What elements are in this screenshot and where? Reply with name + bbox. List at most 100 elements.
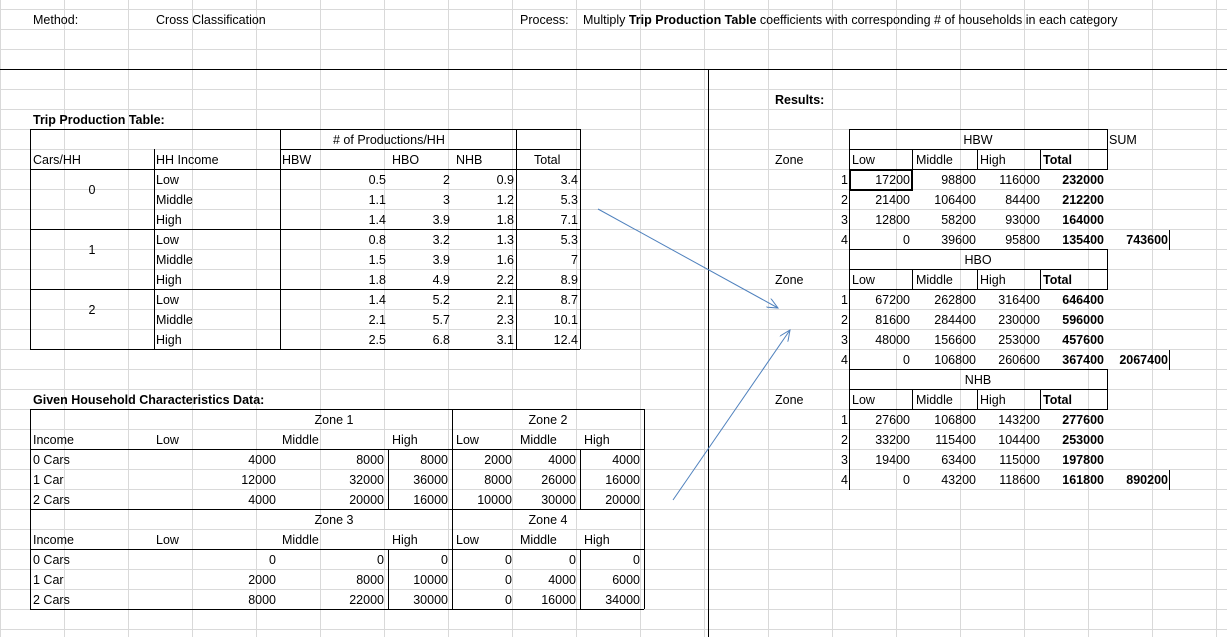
zone-number[interactable]: 2 bbox=[780, 310, 848, 330]
result-middle[interactable]: 106800 bbox=[914, 410, 976, 430]
zone-number[interactable]: 3 bbox=[780, 450, 848, 470]
row-label[interactable]: 1 Car bbox=[33, 470, 64, 490]
household-value[interactable]: 30000 bbox=[518, 490, 576, 510]
household-value[interactable]: 16000 bbox=[390, 490, 448, 510]
household-value[interactable]: 4000 bbox=[156, 450, 276, 470]
hbo-coef[interactable]: 5.7 bbox=[388, 310, 450, 330]
income-label[interactable]: High bbox=[156, 210, 182, 230]
household-value[interactable]: 4000 bbox=[518, 570, 576, 590]
nhb-coef[interactable]: 2.3 bbox=[452, 310, 514, 330]
household-value[interactable]: 8000 bbox=[390, 450, 448, 470]
selected-cell[interactable] bbox=[849, 169, 913, 191]
trip-table-title[interactable]: Trip Production Table: bbox=[33, 110, 165, 130]
income-label[interactable]: Low bbox=[156, 230, 179, 250]
section-header[interactable]: HBO bbox=[850, 250, 1106, 270]
total-coef[interactable]: 8.7 bbox=[516, 290, 578, 310]
row-label[interactable]: 2 Cars bbox=[33, 590, 70, 610]
hbw-coef[interactable]: 1.8 bbox=[280, 270, 386, 290]
total-coef[interactable]: 8.9 bbox=[516, 270, 578, 290]
zone-number[interactable]: 1 bbox=[780, 290, 848, 310]
income-label[interactable]: Middle bbox=[156, 310, 193, 330]
income-label[interactable]: Low bbox=[156, 170, 179, 190]
result-total[interactable]: 277600 bbox=[1042, 410, 1104, 430]
household-value[interactable]: 2000 bbox=[454, 450, 512, 470]
col-header-low[interactable]: Low bbox=[852, 150, 875, 170]
col-header[interactable]: High bbox=[392, 530, 418, 550]
income-label[interactable]: High bbox=[156, 270, 182, 290]
result-middle[interactable]: 115400 bbox=[914, 430, 976, 450]
section-sum[interactable]: 2067400 bbox=[1106, 350, 1168, 370]
household-value[interactable]: 0 bbox=[454, 550, 512, 570]
col-header-middle[interactable]: Middle bbox=[916, 390, 953, 410]
result-low[interactable]: 0 bbox=[850, 470, 910, 490]
section-sum[interactable]: 890200 bbox=[1106, 470, 1168, 490]
income-label[interactable]: Middle bbox=[156, 250, 193, 270]
col-header-high[interactable]: High bbox=[980, 150, 1006, 170]
col-header[interactable]: High bbox=[584, 430, 610, 450]
result-middle[interactable]: 43200 bbox=[914, 470, 976, 490]
row-label[interactable]: 0 Cars bbox=[33, 550, 70, 570]
result-low[interactable]: 19400 bbox=[850, 450, 910, 470]
income-label[interactable]: Middle bbox=[156, 190, 193, 210]
household-value[interactable]: 16000 bbox=[518, 590, 576, 610]
household-value[interactable]: 8000 bbox=[282, 450, 384, 470]
header-nhb[interactable]: NHB bbox=[456, 150, 482, 170]
col-header-high[interactable]: High bbox=[980, 270, 1006, 290]
household-value[interactable]: 0 bbox=[518, 550, 576, 570]
zone-number[interactable]: 1 bbox=[780, 170, 848, 190]
col-header[interactable]: Middle bbox=[520, 430, 557, 450]
nhb-coef[interactable]: 3.1 bbox=[452, 330, 514, 350]
household-value[interactable]: 4000 bbox=[582, 450, 640, 470]
household-value[interactable]: 10000 bbox=[454, 490, 512, 510]
household-value[interactable]: 20000 bbox=[582, 490, 640, 510]
zone-header[interactable]: Zone 4 bbox=[452, 510, 644, 530]
household-value[interactable]: 0 bbox=[390, 550, 448, 570]
header-cars[interactable]: Cars/HH bbox=[33, 150, 81, 170]
household-value[interactable]: 36000 bbox=[390, 470, 448, 490]
zone-number[interactable]: 3 bbox=[780, 330, 848, 350]
cars-value[interactable]: 1 bbox=[30, 240, 154, 260]
col-header-total[interactable]: Total bbox=[1043, 150, 1072, 170]
col-header[interactable]: Low bbox=[456, 530, 479, 550]
zone-label[interactable]: Zone bbox=[775, 270, 804, 290]
zone-number[interactable]: 4 bbox=[780, 230, 848, 250]
result-middle[interactable]: 156600 bbox=[914, 330, 976, 350]
household-value[interactable]: 0 bbox=[582, 550, 640, 570]
household-value[interactable]: 32000 bbox=[282, 470, 384, 490]
household-value[interactable]: 12000 bbox=[156, 470, 276, 490]
zone-header[interactable]: Zone 3 bbox=[280, 510, 388, 530]
zone-number[interactable]: 1 bbox=[780, 410, 848, 430]
result-middle[interactable]: 58200 bbox=[914, 210, 976, 230]
nhb-coef[interactable]: 2.2 bbox=[452, 270, 514, 290]
header-income[interactable]: HH Income bbox=[156, 150, 219, 170]
result-low[interactable]: 27600 bbox=[850, 410, 910, 430]
result-low[interactable]: 67200 bbox=[850, 290, 910, 310]
method-label[interactable]: Method: bbox=[33, 10, 78, 30]
col-header-middle[interactable]: Middle bbox=[916, 150, 953, 170]
cars-value[interactable]: 0 bbox=[30, 180, 154, 200]
hbw-coef[interactable]: 0.5 bbox=[280, 170, 386, 190]
method-value[interactable]: Cross Classification bbox=[156, 10, 266, 30]
household-value[interactable]: 6000 bbox=[582, 570, 640, 590]
nhb-coef[interactable]: 1.8 bbox=[452, 210, 514, 230]
result-low[interactable]: 21400 bbox=[850, 190, 910, 210]
result-total[interactable]: 457600 bbox=[1042, 330, 1104, 350]
result-total[interactable]: 135400 bbox=[1042, 230, 1104, 250]
col-header-high[interactable]: High bbox=[980, 390, 1006, 410]
nhb-coef[interactable]: 1.6 bbox=[452, 250, 514, 270]
result-high[interactable]: 95800 bbox=[978, 230, 1040, 250]
result-high[interactable]: 260600 bbox=[978, 350, 1040, 370]
result-low[interactable]: 0 bbox=[850, 230, 910, 250]
total-coef[interactable]: 5.3 bbox=[516, 190, 578, 210]
hbw-coef[interactable]: 1.1 bbox=[280, 190, 386, 210]
col-header[interactable]: High bbox=[584, 530, 610, 550]
household-value[interactable]: 34000 bbox=[582, 590, 640, 610]
zone-number[interactable]: 3 bbox=[780, 210, 848, 230]
zone-label[interactable]: Zone bbox=[775, 390, 804, 410]
household-value[interactable]: 22000 bbox=[282, 590, 384, 610]
hbo-coef[interactable]: 6.8 bbox=[388, 330, 450, 350]
col-header-middle[interactable]: Middle bbox=[916, 270, 953, 290]
total-coef[interactable]: 7 bbox=[516, 250, 578, 270]
household-value[interactable]: 8000 bbox=[156, 590, 276, 610]
group-header[interactable]: # of Productions/HH bbox=[333, 130, 445, 150]
